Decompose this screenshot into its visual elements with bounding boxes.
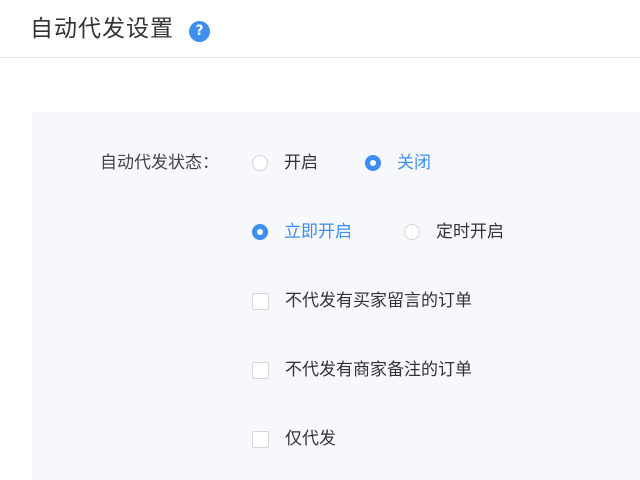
checkbox-skip-buyer-message[interactable]: 不代发有买家留言的订单 (252, 288, 472, 314)
status-option-on-label: 开启 (284, 153, 318, 173)
status-option-off[interactable]: 关闭 (365, 150, 431, 176)
checkbox-only-dropship[interactable]: 仅代发 (252, 426, 336, 452)
checkbox-skip-buyer-message-label: 不代发有买家留言的订单 (285, 291, 472, 311)
checkbox-icon[interactable] (252, 430, 269, 448)
page-title: 自动代发设置 (30, 16, 174, 42)
checkbox-icon[interactable] (252, 292, 269, 310)
radio-selected-icon[interactable] (365, 155, 381, 171)
page-header: 自动代发设置 ? (0, 0, 640, 58)
checkbox-skip-seller-note[interactable]: 不代发有商家备注的订单 (252, 357, 472, 383)
checkbox-icon[interactable] (252, 361, 269, 379)
radio-icon[interactable] (404, 224, 420, 240)
checkbox-skip-seller-note-label: 不代发有商家备注的订单 (285, 360, 472, 380)
start-option-immediate-label: 立即开启 (284, 222, 352, 242)
start-option-scheduled-label: 定时开启 (436, 222, 504, 242)
status-label: 自动代发状态： (100, 153, 219, 173)
radio-icon[interactable] (252, 155, 268, 171)
status-option-off-label: 关闭 (397, 153, 431, 173)
start-option-immediate[interactable]: 立即开启 (252, 219, 352, 245)
radio-selected-icon[interactable] (252, 224, 268, 240)
checkbox-only-dropship-label: 仅代发 (285, 429, 336, 449)
help-icon[interactable]: ? (189, 21, 210, 42)
start-option-scheduled[interactable]: 定时开启 (404, 219, 504, 245)
status-option-on[interactable]: 开启 (252, 150, 318, 176)
